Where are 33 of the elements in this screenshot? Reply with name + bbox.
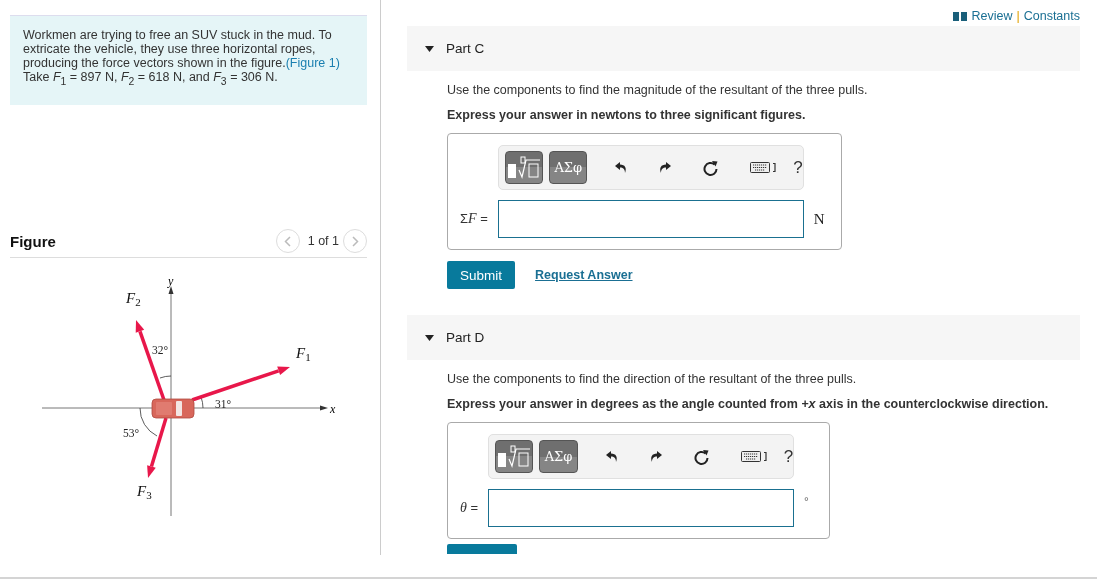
- angle-label: 32°: [152, 344, 169, 356]
- angle-label: 53°: [123, 427, 140, 439]
- instruction-text: Express your answer in degrees as the angle counted from +x axis in the counterclockwise direction.: [447, 396, 1050, 412]
- pager-text: 1 of 1: [307, 234, 339, 248]
- constants-link[interactable]: Constants: [1023, 9, 1080, 23]
- figure-title: Figure: [10, 232, 56, 250]
- unit-label: N: [813, 210, 826, 228]
- vector-label: F$_{1}$: [296, 345, 311, 363]
- separator-text: |: [1016, 9, 1020, 23]
- axis-label: y: [168, 274, 174, 288]
- question-text: Use the components to find the direction of the resultant of the three pulls.: [447, 371, 858, 387]
- part-header[interactable]: Part D: [407, 315, 1080, 360]
- question-text: Use the components to find the magnitude of the resultant of the three pulls.: [447, 82, 869, 98]
- figure-link[interactable]: (Figure 1): [285, 56, 340, 70]
- equation-label: θ =: [460, 500, 479, 516]
- part-title: Part C: [446, 41, 485, 56]
- instruction-text: Express your answer in newtons to three significant figures.: [447, 107, 807, 123]
- vector-label: F$_{3}$: [137, 483, 152, 501]
- submit-button[interactable]: Submit: [447, 261, 516, 289]
- symbols-button[interactable]: ΑΣφ: [539, 440, 578, 473]
- angle-label: 31°: [215, 398, 232, 410]
- vector-label: F$_{2}$: [126, 290, 141, 308]
- request-answer-link[interactable]: Request Answer: [535, 268, 633, 282]
- review-link[interactable]: Review: [971, 9, 1013, 23]
- axis-label: x: [330, 402, 336, 416]
- unit-label: °: [804, 495, 810, 509]
- symbols-button[interactable]: ΑΣφ: [549, 151, 588, 184]
- help-button[interactable]: ?: [783, 446, 794, 467]
- equation-label: ΣF =: [460, 211, 488, 227]
- part-title: Part D: [446, 330, 485, 345]
- part-header[interactable]: Part C: [407, 26, 1080, 71]
- help-button[interactable]: ?: [793, 157, 803, 178]
- problem-text: Workmen are trying to free an SUV stuck in the mud. To extricate the vehicle, they use three horizontal ropes, producing the force vectors shown in the figure.(Figure 1) Take F$_{1}$ = 897 N, F$_{2}$ = 618 N, and F$_{3}$ = 306 N.: [23, 28, 341, 89]
